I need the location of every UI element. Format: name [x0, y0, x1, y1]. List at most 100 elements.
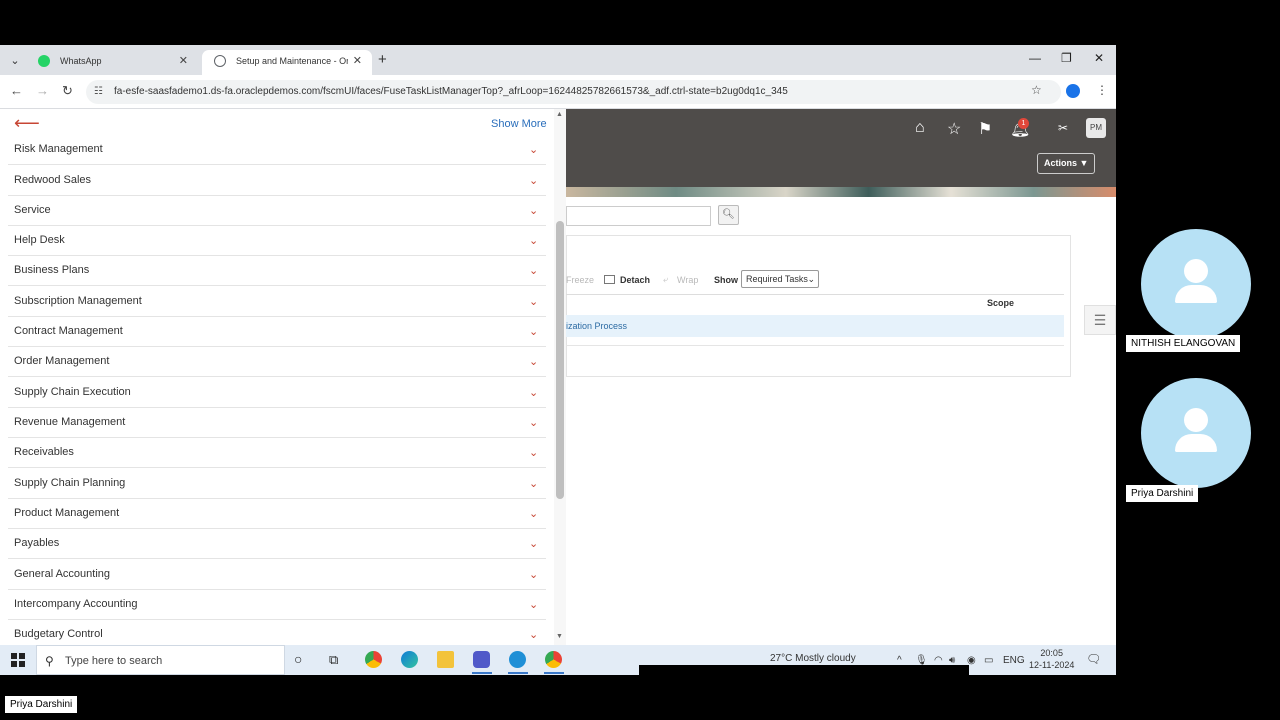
chrome-icon[interactable] — [365, 651, 382, 668]
windows-start-icon[interactable] — [11, 653, 25, 667]
cortana-icon[interactable]: ○ — [294, 651, 311, 668]
close-icon[interactable]: ✕ — [179, 50, 188, 72]
freeze-button[interactable]: Freeze — [566, 275, 594, 285]
language-indicator[interactable]: ENG — [1003, 655, 1025, 666]
chevron-down-icon[interactable]: ⌄ — [529, 598, 538, 611]
home-icon[interactable]: ⌂ — [915, 119, 925, 137]
nav-group-supply-chain-execution[interactable]: Supply Chain Execution ⌄ — [8, 378, 546, 408]
nav-group-general-accounting[interactable]: General Accounting ⌄ — [8, 560, 546, 590]
chevron-down-icon[interactable]: ⌄ — [529, 174, 538, 187]
nav-group-revenue-management[interactable]: Revenue Management ⌄ — [8, 408, 546, 438]
person-body-shape — [1175, 434, 1217, 452]
chevron-down-icon[interactable]: ⌄ — [529, 446, 538, 459]
tab-label: Setup and Maintenance - Oracle — [236, 56, 348, 66]
chevron-down-icon[interactable]: ⌄ — [529, 416, 538, 429]
nav-group-risk-management[interactable]: Risk Management ⌄ — [8, 135, 546, 165]
table-row-divider — [566, 345, 1064, 346]
tools-icon[interactable]: ✂ — [1058, 121, 1068, 135]
volume-icon[interactable]: 🔊︎ — [949, 655, 955, 666]
chevron-down-icon[interactable]: ⌄ — [529, 234, 538, 247]
nav-group-order-management[interactable]: Order Management ⌄ — [8, 347, 546, 377]
file-explorer-icon[interactable] — [437, 651, 454, 668]
site-info-icon[interactable]: ☷ — [94, 80, 103, 104]
table-row[interactable] — [566, 315, 1064, 337]
task-view-icon[interactable]: ⧉ — [329, 651, 346, 668]
mic-icon[interactable]: 🎙︎ — [915, 655, 928, 666]
nav-group-business-plans[interactable]: Business Plans ⌄ — [8, 256, 546, 286]
edge-icon[interactable] — [401, 651, 418, 668]
notification-center-icon[interactable]: 🗨︎ — [1086, 652, 1101, 666]
favorites-star-icon[interactable]: ☆ — [947, 119, 961, 139]
chevron-down-icon[interactable]: ⌄ — [529, 568, 538, 581]
forward-icon[interactable]: → — [36, 83, 49, 98]
show-label: Show — [714, 275, 738, 285]
tray-chevron-icon[interactable]: ^ — [897, 655, 902, 666]
show-more-link[interactable]: Show More — [491, 118, 547, 130]
restore-icon[interactable]: ❐ — [1061, 51, 1072, 65]
url-text: fa-esfe-saasfademo1.ds-fa.oraclepdemos.c… — [114, 86, 788, 97]
close-icon[interactable]: ✕ — [353, 50, 362, 72]
detach-icon[interactable] — [604, 275, 615, 284]
tab-setup-maintenance[interactable]: Setup and Maintenance - Oracle ✕ — [202, 50, 372, 75]
skype-icon[interactable] — [509, 651, 526, 668]
new-tab-plus-icon[interactable]: + — [378, 51, 387, 68]
profile-icon[interactable] — [1066, 84, 1080, 98]
chevron-down-icon[interactable]: ⌄ — [529, 143, 538, 156]
scroll-down-icon[interactable]: ▼ — [556, 633, 563, 640]
chevron-down-icon[interactable]: ⌄ — [529, 537, 538, 550]
chevron-down-icon[interactable]: ⌄ — [529, 264, 538, 277]
bookmark-star-icon[interactable]: ☆ — [1031, 83, 1042, 97]
back-arrow-icon[interactable]: ⟵ — [14, 113, 40, 134]
nav-group-product-management[interactable]: Product Management ⌄ — [8, 499, 546, 529]
wrap-icon[interactable]: ⤶ — [663, 274, 668, 285]
reload-icon[interactable]: ↻ — [62, 83, 73, 99]
teams-icon[interactable] — [473, 651, 490, 668]
nav-group-receivables[interactable]: Receivables ⌄ — [8, 438, 546, 468]
detach-button[interactable]: Detach — [620, 275, 650, 285]
battery-icon[interactable]: ▭ — [984, 655, 993, 666]
wrap-button[interactable]: Wrap — [677, 275, 698, 285]
chrome-tray-icon[interactable]: ◉ — [967, 655, 976, 666]
scrollbar-thumb[interactable] — [556, 221, 564, 499]
flag-icon[interactable]: ⚑ — [978, 119, 992, 139]
chevron-down-icon[interactable]: ⌄ — [529, 325, 538, 338]
nav-group-label: Contract Management — [14, 325, 123, 337]
nav-group-service[interactable]: Service ⌄ — [8, 196, 546, 226]
show-select[interactable]: Required Tasks ⌄ — [741, 270, 819, 288]
tab-search-icon[interactable]: ⌄ — [6, 53, 24, 69]
document-icon[interactable]: ☰ — [1084, 305, 1116, 335]
back-icon[interactable]: ← — [10, 83, 23, 98]
weather-widget[interactable]: 27°C Mostly cloudy — [770, 653, 856, 664]
chevron-down-icon[interactable]: ⌄ — [529, 204, 538, 217]
taskbar-clock[interactable]: 20:05 12-11-2024 — [1029, 647, 1074, 671]
actions-button[interactable]: Actions ▼ — [1037, 153, 1095, 174]
nav-group-help-desk[interactable]: Help Desk ⌄ — [8, 226, 546, 256]
task-link[interactable]: ization Process — [566, 321, 627, 331]
chevron-down-icon[interactable]: ⌄ — [529, 295, 538, 308]
wifi-icon[interactable]: ◠ — [934, 655, 943, 666]
tab-whatsapp[interactable]: WhatsApp ✕ — [26, 50, 198, 75]
chevron-down-icon[interactable]: ⌄ — [529, 386, 538, 399]
scroll-up-icon[interactable]: ▲ — [556, 111, 563, 118]
chevron-down-icon[interactable]: ⌄ — [529, 628, 538, 641]
nav-group-supply-chain-planning[interactable]: Supply Chain Planning ⌄ — [8, 469, 546, 499]
actions-label: Actions — [1044, 158, 1078, 168]
more-menu-icon[interactable]: ⋮ — [1096, 83, 1108, 97]
nav-group-subscription-management[interactable]: Subscription Management ⌄ — [8, 287, 546, 317]
chrome-profile-icon[interactable] — [545, 651, 562, 668]
minimize-icon[interactable]: — — [1029, 51, 1041, 65]
nav-group-intercompany-accounting[interactable]: Intercompany Accounting ⌄ — [8, 590, 546, 620]
chevron-down-icon[interactable]: ⌄ — [529, 355, 538, 368]
chevron-down-icon[interactable]: ⌄ — [529, 477, 538, 490]
self-name-tag: Priya Darshini — [5, 696, 78, 713]
nav-group-contract-management[interactable]: Contract Management ⌄ — [8, 317, 546, 347]
search-icon[interactable]: 🔍︎ — [718, 205, 739, 225]
user-avatar[interactable]: PM — [1086, 118, 1106, 138]
window-close-icon[interactable]: ✕ — [1094, 51, 1104, 65]
nav-group-redwood-sales[interactable]: Redwood Sales ⌄ — [8, 166, 546, 196]
url-input[interactable]: ☷ fa-esfe-saasfademo1.ds-fa.oraclepdemos… — [86, 80, 1061, 104]
search-input[interactable] — [566, 206, 711, 226]
taskbar-search-input[interactable]: ⚲ Type here to search — [36, 645, 285, 675]
chevron-down-icon[interactable]: ⌄ — [529, 507, 538, 520]
nav-group-payables[interactable]: Payables ⌄ — [8, 529, 546, 559]
